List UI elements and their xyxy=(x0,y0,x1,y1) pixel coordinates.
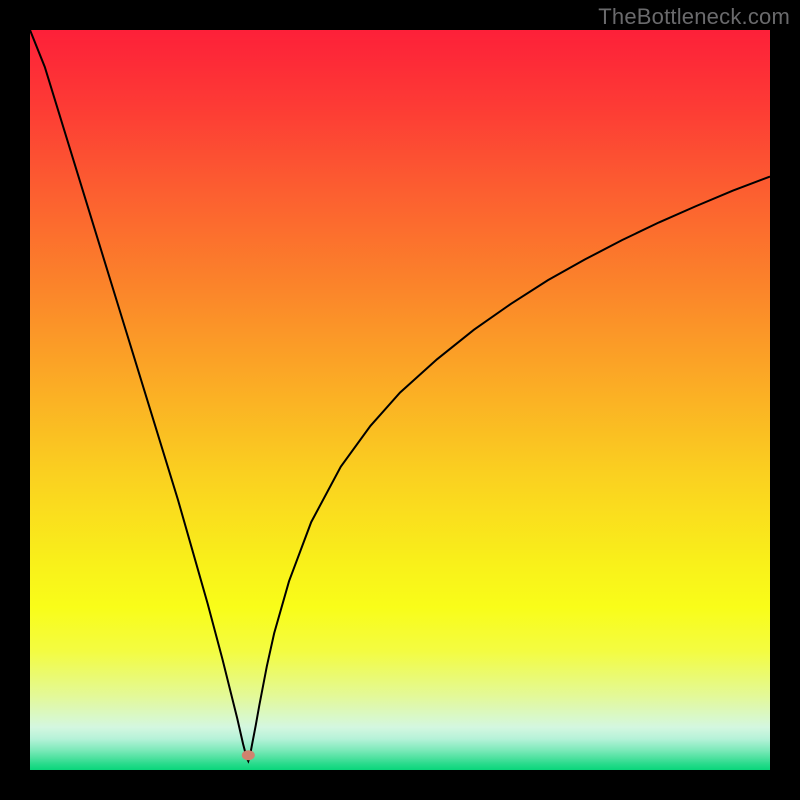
chart-background xyxy=(30,30,770,770)
bottleneck-marker xyxy=(242,750,255,760)
chart-svg xyxy=(30,30,770,770)
chart-frame: TheBottleneck.com xyxy=(0,0,800,800)
chart-plot-area xyxy=(30,30,770,770)
watermark-text: TheBottleneck.com xyxy=(598,4,790,30)
